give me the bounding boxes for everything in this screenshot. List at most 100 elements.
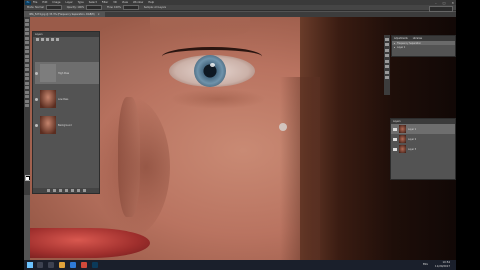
option-flow[interactable]: Flow: 100%	[107, 5, 139, 10]
filter-type-icon[interactable]	[56, 38, 59, 41]
character-panel-icon[interactable]	[385, 65, 389, 68]
clock[interactable]: 10:54 11/20/2017	[435, 261, 450, 268]
option-mode-label: Mode: Normal	[27, 6, 44, 9]
color-panel-icon[interactable]	[385, 43, 389, 46]
adjustment-layer-icon[interactable]	[64, 189, 68, 192]
minimize-icon[interactable]: –	[435, 1, 437, 5]
filter-kind-icon[interactable]	[51, 38, 54, 41]
add-mask-icon[interactable]	[58, 189, 62, 192]
tab-adjustments[interactable]: Adjustments	[394, 37, 408, 40]
tab-libraries[interactable]: Libraries	[413, 37, 422, 40]
docked-layer-row[interactable]: Layer 1	[391, 124, 455, 134]
hand-tool-icon[interactable]	[25, 99, 29, 103]
menu-layer[interactable]: Layer	[66, 1, 73, 4]
layer-thumbnail	[40, 90, 56, 108]
brush-panel-icon[interactable]	[385, 59, 389, 63]
shape-tool-icon[interactable]	[25, 95, 29, 98]
crop-tool-icon[interactable]	[25, 36, 29, 40]
properties-panel-icon[interactable]	[385, 54, 389, 57]
search-icon[interactable]	[37, 262, 43, 268]
menu-3d[interactable]: 3D	[113, 1, 117, 4]
visibility-eye-icon[interactable]	[393, 127, 397, 131]
menu-image[interactable]: Image	[52, 1, 60, 4]
maximize-icon[interactable]: □	[443, 1, 446, 5]
menu-file[interactable]: File	[33, 1, 37, 4]
dodge-tool-icon[interactable]	[25, 77, 29, 80]
expand-icon[interactable]: ▸	[394, 42, 395, 45]
link-layers-icon[interactable]	[46, 189, 50, 192]
task-view-icon[interactable]	[48, 262, 54, 268]
swatches-panel-icon[interactable]	[385, 48, 389, 52]
gradient-tool-icon[interactable]	[25, 68, 29, 71]
option-opacity-label: Opacity: 100%	[66, 6, 85, 9]
lasso-tool-icon[interactable]	[25, 27, 29, 31]
menu-window[interactable]: Window	[133, 1, 143, 4]
option-sample[interactable]: Sample: All Layers	[144, 6, 166, 9]
healing-brush-tool-icon[interactable]	[25, 45, 29, 49]
clone-stamp-tool-icon[interactable]	[25, 54, 29, 58]
visibility-eye-icon[interactable]	[393, 137, 397, 141]
action-item[interactable]: ▸ Layer 1	[392, 45, 455, 49]
lock-position-icon[interactable]	[41, 38, 44, 41]
menu-select[interactable]: Select	[89, 1, 97, 4]
menu-type[interactable]: Type	[78, 1, 84, 4]
close-tab-icon[interactable]: ×	[98, 13, 100, 16]
expand-icon[interactable]: ▸	[394, 46, 395, 49]
history-panel-icon[interactable]	[385, 37, 389, 41]
media-app-icon[interactable]	[81, 262, 87, 268]
lock-pixels-icon[interactable]	[36, 38, 39, 41]
eyedropper-tool-icon[interactable]	[25, 41, 29, 44]
visibility-eye-icon[interactable]	[35, 71, 38, 75]
layers-panel-floating: Layers High Pass Low Pass Background	[32, 31, 100, 194]
path-select-tool-icon[interactable]	[25, 90, 29, 94]
option-mode[interactable]: Mode: Normal	[27, 5, 62, 10]
marquee-tool-icon[interactable]	[25, 23, 29, 26]
menu-help[interactable]: Help	[148, 1, 154, 4]
nose-bridge	[118, 97, 140, 217]
eraser-tool-icon[interactable]	[25, 63, 29, 67]
close-icon[interactable]: ✕	[451, 1, 454, 5]
menu-edit[interactable]: Edit	[42, 1, 47, 4]
browser-icon[interactable]	[70, 262, 76, 268]
type-tool-icon[interactable]	[25, 86, 29, 89]
docked-layer-row[interactable]: Layer 2	[391, 134, 455, 144]
blur-tool-icon[interactable]	[25, 72, 29, 76]
document-tab-title: IMG_5274.jpg @ 33.3% (Frequency Separati…	[29, 13, 95, 16]
option-mode-field[interactable]	[45, 5, 62, 10]
docked-layer-row[interactable]: Layer 3	[391, 144, 455, 154]
menu-filter[interactable]: Filter	[102, 1, 108, 4]
visibility-eye-icon[interactable]	[35, 123, 38, 127]
actions-panel-icon[interactable]	[385, 76, 389, 79]
background-color-swatch[interactable]	[26, 177, 29, 180]
hair-edge	[280, 77, 320, 260]
layer-row[interactable]: High Pass	[35, 62, 99, 84]
layer-row[interactable]: Background	[35, 114, 99, 136]
photoshop-window: Ps File Edit Image Layer Type Select Fil…	[24, 0, 456, 260]
layer-style-icon[interactable]	[52, 189, 56, 192]
layer-row[interactable]: Low Pass	[35, 88, 99, 110]
windows-start-icon[interactable]	[27, 262, 33, 268]
new-group-icon[interactable]	[70, 189, 74, 192]
lock-all-icon[interactable]	[46, 38, 49, 41]
option-flow-field[interactable]	[122, 5, 139, 10]
option-opacity[interactable]: Opacity: 100%	[66, 5, 103, 10]
move-tool-icon[interactable]	[25, 18, 29, 22]
paragraph-panel-icon[interactable]	[385, 70, 389, 74]
file-explorer-icon[interactable]	[59, 262, 65, 268]
brush-tool-icon[interactable]	[25, 50, 29, 53]
visibility-eye-icon[interactable]	[393, 147, 397, 151]
new-layer-icon[interactable]	[76, 189, 80, 192]
iris	[194, 55, 226, 87]
layers-panel-docked: Layers Layer 1 Layer 2 Layer 3	[390, 118, 456, 180]
docked-layer-name: Layer 3	[408, 147, 417, 151]
history-brush-tool-icon[interactable]	[25, 59, 29, 62]
language-indicator[interactable]: ENG	[423, 263, 428, 266]
quick-select-tool-icon[interactable]	[25, 32, 29, 35]
menu-view[interactable]: View	[122, 1, 128, 4]
pen-tool-icon[interactable]	[25, 81, 29, 85]
zoom-tool-icon[interactable]	[25, 104, 29, 107]
visibility-eye-icon[interactable]	[35, 97, 38, 101]
delete-layer-icon[interactable]	[82, 189, 86, 192]
photoshop-taskbar-icon[interactable]	[92, 262, 98, 268]
option-opacity-field[interactable]	[86, 5, 103, 10]
